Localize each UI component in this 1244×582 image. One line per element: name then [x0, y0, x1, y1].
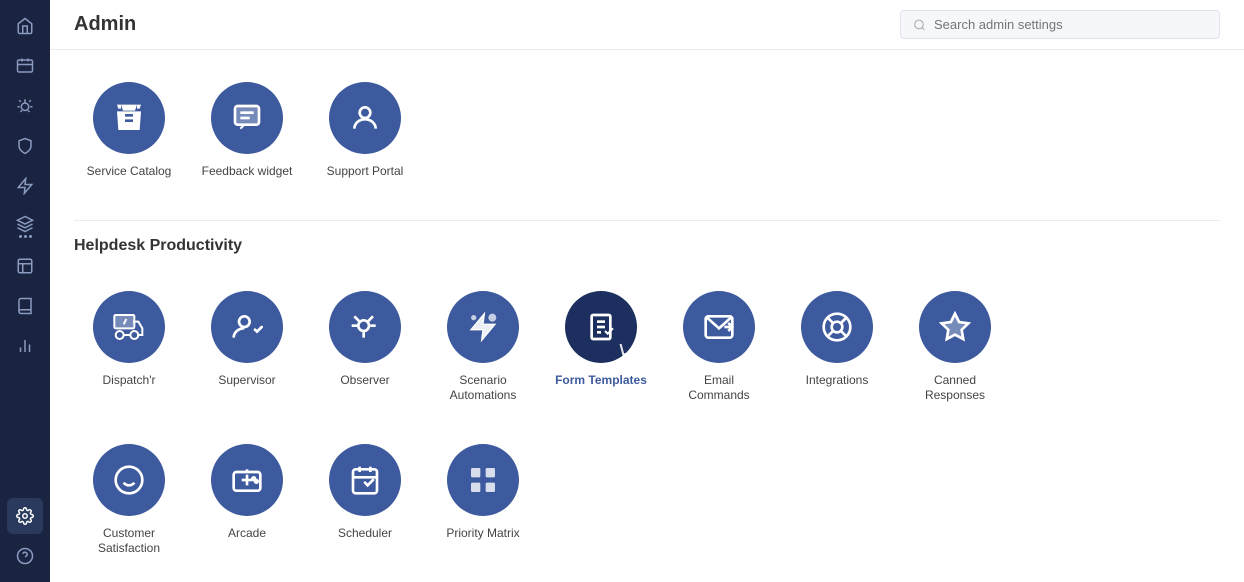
sidebar [0, 0, 50, 582]
supervisor-icon [211, 291, 283, 363]
integrations-label: Integrations [806, 373, 869, 389]
search-box[interactable] [900, 10, 1220, 39]
book-icon[interactable] [7, 288, 43, 324]
priority-matrix-item[interactable]: Priority Matrix [428, 428, 538, 573]
customer-satisfaction-icon [93, 444, 165, 516]
scenario-automations-label: Scenario Automations [436, 373, 530, 404]
arcade-item[interactable]: Arcade [192, 428, 302, 573]
support-portal-icon [329, 82, 401, 154]
ticket-icon[interactable] [7, 48, 43, 84]
top-items-row: Service Catalog Feedback widget Support … [74, 50, 1220, 204]
arcade-icon [211, 444, 283, 516]
helpdesk-section: Helpdesk Productivity Dispatch'r Supervi… [74, 237, 1220, 573]
supervisor-label: Supervisor [218, 373, 275, 389]
dispatcr-item[interactable]: Dispatch'r [74, 275, 184, 420]
customer-satisfaction-label: Customer Satisfaction [82, 526, 176, 557]
support-portal-label: Support Portal [327, 164, 404, 180]
service-catalog-item[interactable]: Service Catalog [74, 66, 184, 196]
page-title: Admin [74, 13, 136, 36]
layers-more-dots [19, 235, 32, 238]
observer-label: Observer [340, 373, 389, 389]
canned-responses-label: Canned Responses [908, 373, 1002, 404]
scheduler-item[interactable]: Scheduler [310, 428, 420, 573]
search-icon [913, 18, 926, 32]
section-divider-1 [74, 220, 1220, 221]
scenario-automations-icon [447, 291, 519, 363]
priority-matrix-icon [447, 444, 519, 516]
support-portal-item[interactable]: Support Portal [310, 66, 420, 196]
dispatcr-label: Dispatch'r [103, 373, 156, 389]
help-icon[interactable] [7, 538, 43, 574]
helpdesk-items-row2: Customer Satisfaction Arcade Scheduler [74, 428, 1220, 573]
email-commands-label: Email Commands [672, 373, 766, 404]
integrations-item[interactable]: Integrations [782, 275, 892, 420]
shield-icon[interactable] [7, 128, 43, 164]
search-input[interactable] [934, 17, 1207, 32]
helpdesk-items-row1: Dispatch'r Supervisor Observer [74, 275, 1220, 420]
layers-icon[interactable] [7, 208, 43, 244]
feedback-widget-icon [211, 82, 283, 154]
priority-matrix-label: Priority Matrix [446, 526, 519, 542]
canned-responses-icon [919, 291, 991, 363]
header: Admin [50, 0, 1244, 50]
main-content: Admin Service Catalog Feedback widget [50, 0, 1244, 582]
supervisor-item[interactable]: Supervisor [192, 275, 302, 420]
dispatcr-icon [93, 291, 165, 363]
observer-item[interactable]: Observer [310, 275, 420, 420]
scheduler-label: Scheduler [338, 526, 392, 542]
service-catalog-label: Service Catalog [87, 164, 172, 180]
form-templates-item[interactable]: Form Templates [546, 275, 656, 420]
email-commands-icon [683, 291, 755, 363]
email-commands-item[interactable]: Email Commands [664, 275, 774, 420]
integrations-icon [801, 291, 873, 363]
form-templates-label: Form Templates [555, 373, 647, 389]
helpdesk-section-title: Helpdesk Productivity [74, 237, 1220, 255]
customer-satisfaction-item[interactable]: Customer Satisfaction [74, 428, 184, 573]
arcade-label: Arcade [228, 526, 266, 542]
bug-icon[interactable] [7, 88, 43, 124]
service-catalog-icon [93, 82, 165, 154]
home-icon[interactable] [7, 8, 43, 44]
observer-icon [329, 291, 401, 363]
report-icon[interactable] [7, 248, 43, 284]
content-area: Service Catalog Feedback widget Support … [50, 50, 1244, 582]
chart-icon[interactable] [7, 328, 43, 364]
feedback-widget-label: Feedback widget [202, 164, 293, 180]
feedback-widget-item[interactable]: Feedback widget [192, 66, 302, 196]
scheduler-icon [329, 444, 401, 516]
form-templates-icon [565, 291, 637, 363]
scenario-automations-item[interactable]: Scenario Automations [428, 275, 538, 420]
settings-icon[interactable] [7, 498, 43, 534]
lightning-icon[interactable] [7, 168, 43, 204]
canned-responses-item[interactable]: Canned Responses [900, 275, 1010, 420]
